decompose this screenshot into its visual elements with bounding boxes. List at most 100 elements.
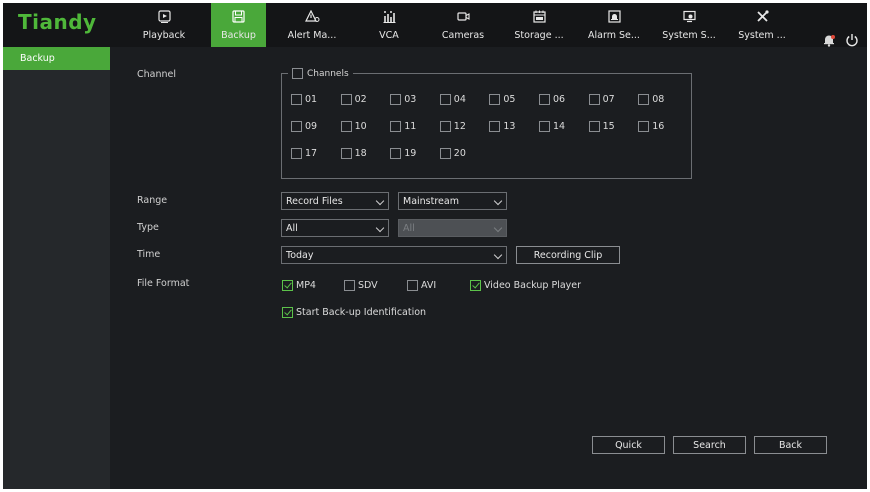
channel-checkbox[interactable]: 04 — [439, 94, 466, 105]
tools-icon — [756, 10, 769, 22]
checkbox[interactable] — [407, 280, 418, 291]
recording-clip-button[interactable]: Recording Clip — [516, 246, 620, 264]
channel-checkbox[interactable]: 15 — [588, 121, 615, 132]
checkbox[interactable] — [291, 148, 302, 159]
checkbox[interactable] — [292, 68, 303, 79]
checkbox[interactable] — [539, 94, 550, 105]
channel-number: 19 — [404, 148, 417, 159]
range-select[interactable]: Record Files — [281, 192, 389, 210]
format-avi-checkbox[interactable]: AVI — [407, 280, 436, 291]
notification-bell-icon[interactable] — [822, 33, 836, 47]
channel-number: 10 — [354, 121, 367, 132]
checkbox[interactable] — [340, 121, 352, 132]
power-icon[interactable] — [845, 33, 859, 47]
channels-header-label: Channels — [307, 68, 349, 79]
channel-number: 16 — [652, 121, 665, 132]
checkbox[interactable] — [439, 121, 451, 132]
channel-number: 07 — [602, 94, 615, 105]
checkbox[interactable] — [539, 121, 550, 132]
sidebar-item-backup[interactable]: Backup — [3, 47, 110, 70]
format-sdv-checkbox[interactable]: SDV — [344, 280, 378, 291]
checkbox[interactable] — [588, 121, 600, 132]
channel-number: 01 — [305, 94, 318, 105]
checkbox[interactable] — [282, 280, 293, 291]
channel-checkbox[interactable]: 18 — [340, 148, 367, 159]
checkbox[interactable] — [390, 94, 402, 105]
checkbox[interactable] — [638, 121, 650, 132]
checkbox[interactable] — [489, 121, 501, 132]
channel-checkbox[interactable]: 13 — [489, 121, 515, 132]
channel-checkbox[interactable]: 19 — [390, 148, 416, 159]
channel-checkbox[interactable]: 05 — [489, 94, 515, 105]
nav-cameras[interactable]: Cameras — [430, 3, 496, 47]
nav-backup[interactable]: Backup — [211, 3, 266, 47]
checkbox[interactable] — [282, 307, 293, 318]
nav-vca[interactable]: VCA — [356, 3, 422, 47]
checkbox[interactable] — [340, 148, 352, 159]
nav-system-settings[interactable]: System S... — [656, 3, 722, 47]
nav-storage[interactable]: Storage ... — [506, 3, 572, 47]
format-mp4-checkbox[interactable]: MP4 — [282, 280, 316, 291]
nav-label: Playback — [142, 30, 186, 41]
channel-label: Channel — [137, 69, 177, 80]
checkbox[interactable] — [638, 94, 650, 105]
chevron-down-icon — [493, 223, 503, 233]
camera-icon — [456, 12, 470, 21]
storage-icon — [532, 10, 546, 23]
checkbox[interactable] — [439, 148, 451, 159]
checkbox[interactable] — [390, 121, 402, 132]
range-label: Range — [137, 195, 168, 206]
stream-select[interactable]: Mainstream — [398, 192, 507, 210]
channel-checkbox[interactable]: 07 — [588, 94, 615, 105]
channels-select-all[interactable]: Channels — [288, 68, 353, 79]
start-backup-identification-checkbox[interactable]: Start Back-up Identification — [282, 307, 426, 318]
channel-checkbox[interactable]: 02 — [340, 94, 367, 105]
nav-label: System S... — [662, 30, 716, 41]
quick-button[interactable]: Quick — [592, 436, 665, 454]
checkbox[interactable] — [340, 94, 352, 105]
chevron-down-icon — [493, 196, 503, 206]
channel-checkbox[interactable]: 01 — [291, 94, 317, 105]
checkbox[interactable] — [439, 94, 451, 105]
type-label: Type — [137, 222, 159, 233]
nav-label: Alarm Se... — [588, 30, 640, 41]
channel-number: 09 — [305, 121, 318, 132]
time-select[interactable]: Today — [281, 246, 507, 264]
format-label: MP4 — [296, 280, 316, 291]
channel-checkbox[interactable]: 09 — [291, 121, 317, 132]
checkbox[interactable] — [344, 280, 355, 291]
nav-playback[interactable]: Playback — [131, 3, 197, 47]
playback-icon — [157, 10, 171, 23]
channel-checkbox[interactable]: 20 — [439, 148, 466, 159]
checkbox[interactable] — [489, 94, 501, 105]
checkbox[interactable] — [291, 94, 302, 105]
channel-checkbox[interactable]: 03 — [390, 94, 416, 105]
back-button[interactable]: Back — [754, 436, 827, 454]
app-window: Tiandy Playback Backup Alert Ma... VCA C… — [3, 3, 867, 489]
nav-system-maintenance[interactable]: System ... — [729, 3, 795, 47]
channel-checkbox[interactable]: 10 — [340, 121, 367, 132]
checkbox[interactable] — [470, 280, 481, 291]
channel-checkbox[interactable]: 11 — [390, 121, 416, 132]
format-video-backup-player-checkbox[interactable]: Video Backup Player — [470, 280, 581, 291]
channel-number: 04 — [453, 94, 466, 105]
channel-number: 05 — [503, 94, 516, 105]
channel-checkbox[interactable]: 17 — [291, 148, 317, 159]
channel-checkbox[interactable]: 16 — [638, 121, 664, 132]
channel-checkbox[interactable]: 14 — [539, 121, 565, 132]
vca-icon — [383, 11, 395, 23]
checkbox[interactable] — [291, 121, 302, 132]
checkbox[interactable] — [390, 148, 402, 159]
channel-checkbox[interactable]: 08 — [638, 94, 664, 105]
checkbox[interactable] — [588, 94, 600, 105]
channel-checkbox[interactable]: 12 — [439, 121, 466, 132]
chevron-down-icon — [375, 196, 385, 206]
nav-alert-management[interactable]: Alert Ma... — [280, 3, 344, 47]
chevron-down-icon — [493, 250, 503, 260]
channel-checkbox[interactable]: 06 — [539, 94, 565, 105]
identification-label: Start Back-up Identification — [296, 307, 427, 318]
search-button[interactable]: Search — [673, 436, 746, 454]
channel-number: 13 — [503, 121, 516, 132]
type-select[interactable]: All — [281, 219, 389, 237]
nav-alarm-settings[interactable]: Alarm Se... — [581, 3, 647, 47]
